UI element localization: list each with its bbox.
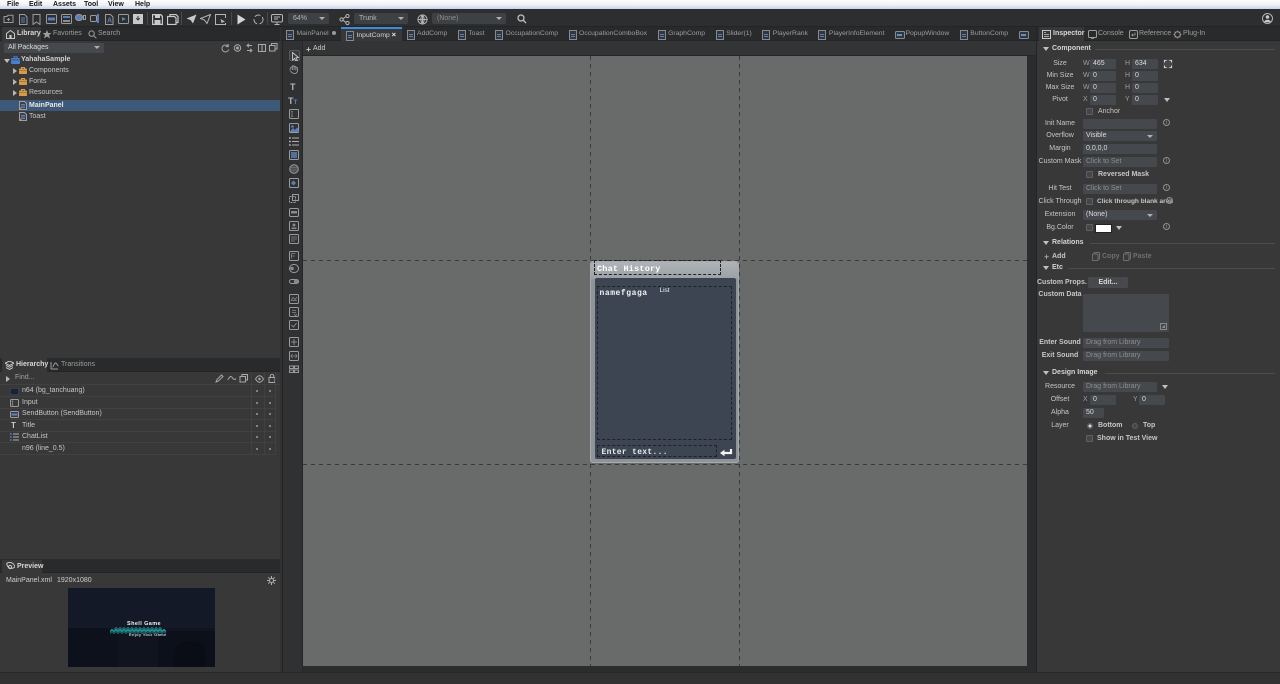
- svg-text:A: A: [107, 18, 112, 25]
